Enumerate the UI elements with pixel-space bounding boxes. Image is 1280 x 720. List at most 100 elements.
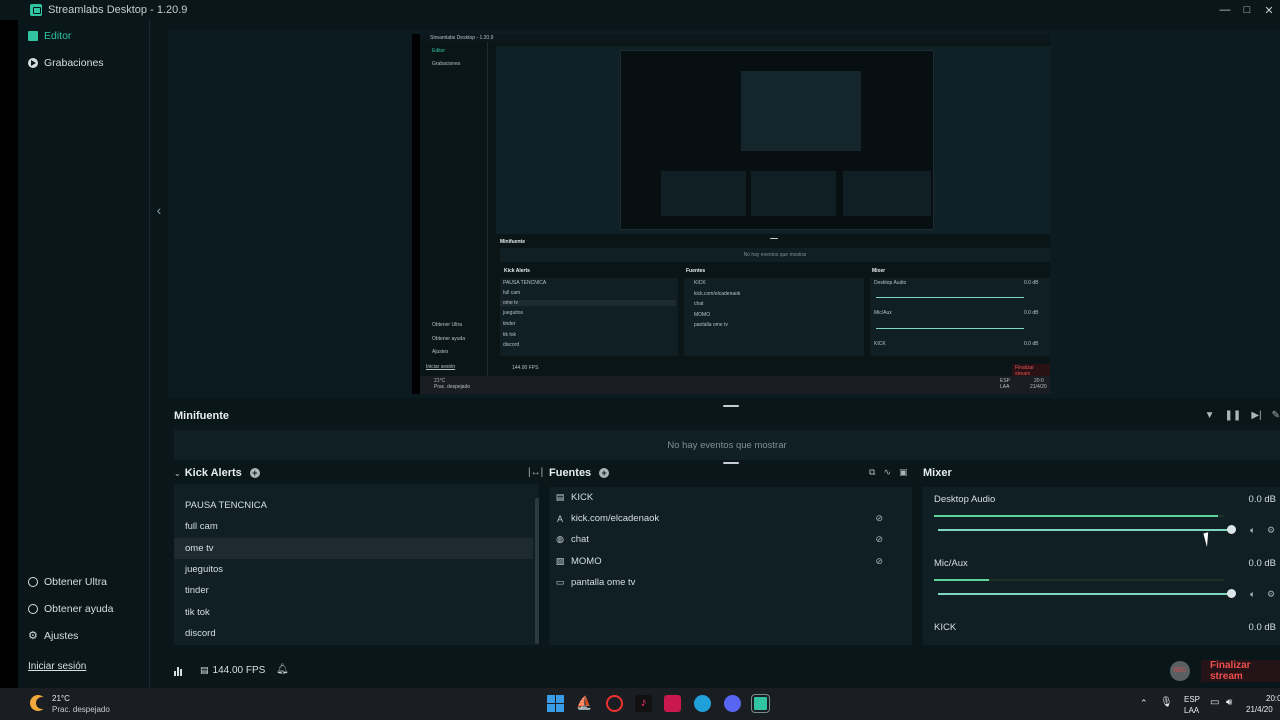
add-scene-button[interactable]: + (249, 468, 260, 478)
edge-icon[interactable] (694, 695, 711, 712)
minifeed-tools: ▼ ❚❚ ▶| ✎ (1205, 410, 1280, 421)
minimize-icon[interactable]: — (1214, 0, 1236, 20)
list-item[interactable]: tinder (174, 580, 533, 601)
network-icon[interactable]: ▭ (1210, 697, 1219, 708)
list-item[interactable]: ◍ chat ⊘ (555, 529, 905, 550)
bell-icon[interactable]: 🔔︎ (276, 664, 289, 675)
filter-icon[interactable]: ▼ (1205, 410, 1215, 421)
language-code[interactable]: ESP (1184, 695, 1200, 704)
slider-knob[interactable] (1227, 589, 1236, 598)
microphone-icon[interactable]: 🎙︎ (1160, 697, 1173, 708)
list-item[interactable]: jueguitos (174, 559, 533, 580)
nested-mixer-title: Mixer (872, 268, 886, 274)
clock-date[interactable]: 21/4/20 (1246, 705, 1273, 714)
login-link[interactable]: Iniciar sesión (28, 661, 86, 672)
discord-icon[interactable] (724, 695, 741, 712)
list-item[interactable]: PAUSA TENCNICA (174, 495, 533, 516)
sidebar-item-label: Obtener ayuda (44, 603, 114, 615)
stats-icon[interactable] (174, 666, 184, 676)
folder-icon[interactable]: ▣ (899, 467, 908, 478)
chevron-left-icon: ‹ (156, 202, 162, 218)
nested-sidebar-item: Obtener Ultra (432, 322, 463, 328)
preview-canvas: Streamlabs Desktop - 1.20.9 Editor Graba… (412, 34, 1050, 394)
sidebar-item-settings[interactable]: ⚙ Ajustes (28, 630, 78, 642)
sources-header: Fuentes + (549, 467, 610, 479)
end-stream-button[interactable]: Finalizar stream (1201, 660, 1280, 682)
scrollbar[interactable] (535, 498, 539, 644)
tiktok-icon[interactable]: ♪ (635, 695, 652, 712)
keyboard-layout[interactable]: LAA (1184, 706, 1199, 715)
sidebar-item-get-ultra[interactable]: Obtener Ultra (28, 576, 107, 588)
image-icon: ▨ (555, 556, 565, 566)
list-item[interactable]: A kick.com/elcadenaok ⊘ (555, 508, 905, 529)
add-group-icon[interactable]: ⧉ (869, 467, 875, 478)
nested-taskbar: 21°C Prac. despejado ESP LAA 20:0 21/4/2… (420, 376, 1050, 394)
nested-minifeed-empty: No hay eventos que mostrar (500, 248, 1050, 262)
stream-preview[interactable]: Streamlabs Desktop - 1.20.9 Editor Graba… (168, 30, 1280, 398)
volume-meter (934, 579, 1224, 581)
hidden-eye-icon[interactable]: ⊘ (875, 513, 883, 524)
volume-icon[interactable]: 🔊︎ (1226, 697, 1232, 708)
list-item[interactable]: ome tv (174, 538, 533, 559)
app-icon[interactable] (664, 695, 681, 712)
speaker-icon[interactable]: 🔈︎ (1250, 589, 1255, 600)
windows-start-icon[interactable] (547, 695, 564, 712)
sidebar-item-editor[interactable]: Editor (28, 30, 71, 42)
list-item[interactable]: discord (174, 623, 533, 644)
sidebar-item-label: Editor (44, 30, 72, 42)
maximize-icon[interactable]: □ (1236, 0, 1258, 20)
scene-collection-title[interactable]: Kick Alerts (185, 467, 242, 479)
taskbar: 21°C Prac. despejado ⛵ ♪ ⌃ 🎙︎ ESP LAA ▭ … (0, 688, 1280, 720)
sources-title: Fuentes (549, 467, 592, 479)
scene-transitions-icon[interactable]: |↔| (528, 467, 543, 478)
list-item[interactable]: ▤ KICK (555, 487, 905, 508)
hidden-eye-icon[interactable]: ⊘ (875, 534, 883, 545)
help-icon (28, 604, 38, 614)
nested-window-title: Streamlabs Desktop - 1.20.9 (430, 35, 494, 41)
pause-icon[interactable]: ❚❚ (1225, 410, 1242, 421)
minifeed-title: Minifuente (174, 410, 229, 422)
volume-meter-fill (934, 579, 990, 581)
nested-scenes-title: Kick Alerts (504, 268, 530, 274)
list-item[interactable]: ▨ MOMO ⊘ (555, 551, 905, 572)
list-item[interactable]: full cam (174, 516, 533, 537)
clock-time[interactable]: 20:0 (1266, 694, 1280, 703)
hidden-eye-icon[interactable]: ⊘ (875, 556, 883, 567)
list-item[interactable]: ▭ pantalla ome tv (555, 572, 905, 593)
play-icon (28, 58, 38, 68)
mute-alerts-icon[interactable]: ✎ (1272, 410, 1280, 421)
nested-fps: 144.00 FPS (512, 365, 539, 371)
collapse-sidebar-button[interactable]: ‹ (150, 20, 168, 400)
resize-handle[interactable] (723, 462, 739, 464)
streamlabs-icon[interactable] (751, 694, 770, 713)
weather-temp[interactable]: 21°C (52, 694, 70, 703)
sidebar-item-recordings[interactable]: Grabaciones (28, 57, 104, 69)
sources-list: ▤ KICK A kick.com/elcadenaok ⊘ ◍ chat ⊘ … (549, 487, 912, 645)
weather-description[interactable]: Prac. despejado (52, 705, 110, 714)
sidebar-item-get-help[interactable]: Obtener ayuda (28, 603, 113, 615)
gear-icon: ⚙ (28, 630, 38, 642)
link-icon[interactable]: ∿ (883, 467, 891, 478)
nested-inner-screenshot (620, 50, 934, 230)
steam-icon[interactable]: ⛵ (576, 695, 593, 712)
gear-icon[interactable]: ⚙ (1267, 525, 1275, 536)
sidebar-item-label: Obtener Ultra (44, 576, 108, 588)
opera-icon[interactable] (606, 695, 623, 712)
list-item[interactable]: tik tok (174, 602, 533, 623)
skip-icon[interactable]: ▶| (1251, 410, 1261, 421)
chevron-down-icon[interactable]: ⌄ (174, 469, 181, 478)
speaker-icon[interactable]: 🔈︎ (1250, 525, 1255, 536)
slider-knob[interactable] (1227, 525, 1236, 534)
window-controls: — □ ✕ (1214, 0, 1280, 20)
weather-moon-icon[interactable] (30, 695, 48, 711)
resize-handle[interactable] (723, 405, 739, 407)
gear-icon[interactable]: ⚙ (1267, 589, 1275, 600)
volume-slider[interactable] (938, 589, 1236, 598)
chevron-up-icon[interactable]: ⌃ (1140, 698, 1148, 709)
volume-slider[interactable] (938, 525, 1236, 534)
nested-inner-panel (751, 171, 836, 216)
record-button[interactable]: REC (1170, 661, 1190, 681)
close-icon[interactable]: ✕ (1258, 0, 1280, 20)
add-source-button[interactable]: + (599, 468, 610, 478)
nested-sidebar-item: Iniciar sesión (426, 364, 456, 370)
